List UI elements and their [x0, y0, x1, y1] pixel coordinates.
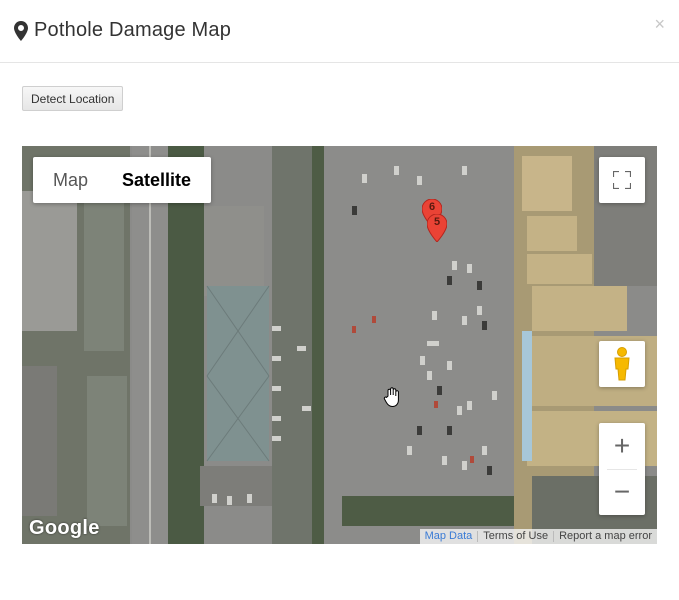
- satellite-imagery: [22, 146, 657, 544]
- zoom-control: + −: [599, 423, 645, 515]
- terms-of-use-link[interactable]: Terms of Use: [478, 529, 553, 544]
- map-type-satellite[interactable]: Satellite: [106, 157, 211, 203]
- google-logo: Google: [29, 517, 100, 539]
- street-view-button[interactable]: [599, 341, 645, 387]
- title-wrap: Pothole Damage Map: [14, 19, 231, 42]
- close-button[interactable]: ×: [654, 15, 665, 33]
- detect-location-button[interactable]: Detect Location: [22, 86, 124, 111]
- fullscreen-icon: [613, 171, 631, 189]
- hand-cursor-icon: [383, 387, 399, 407]
- modal-header: Pothole Damage Map ×: [0, 0, 679, 63]
- modal-title: Pothole Damage Map: [34, 19, 232, 41]
- map-marker-icon: [14, 20, 28, 41]
- map-marker[interactable]: 5: [426, 213, 448, 243]
- map-canvas[interactable]: Map Satellite + − 6 5 Google Map Data Te…: [22, 146, 657, 544]
- zoom-out-button[interactable]: −: [599, 469, 645, 515]
- map-type-selector: Map Satellite: [33, 157, 212, 203]
- map-data-link[interactable]: Map Data: [420, 529, 478, 544]
- report-map-error-link[interactable]: Report a map error: [554, 529, 657, 544]
- marker-label: 5: [433, 216, 441, 228]
- zoom-in-button[interactable]: +: [599, 423, 645, 469]
- pegman-icon: [614, 347, 630, 381]
- fullscreen-button[interactable]: [599, 157, 645, 203]
- map-type-map[interactable]: Map: [33, 157, 106, 203]
- marker-label: 6: [428, 201, 436, 213]
- map-attribution: Map Data Terms of Use Report a map error: [419, 529, 657, 544]
